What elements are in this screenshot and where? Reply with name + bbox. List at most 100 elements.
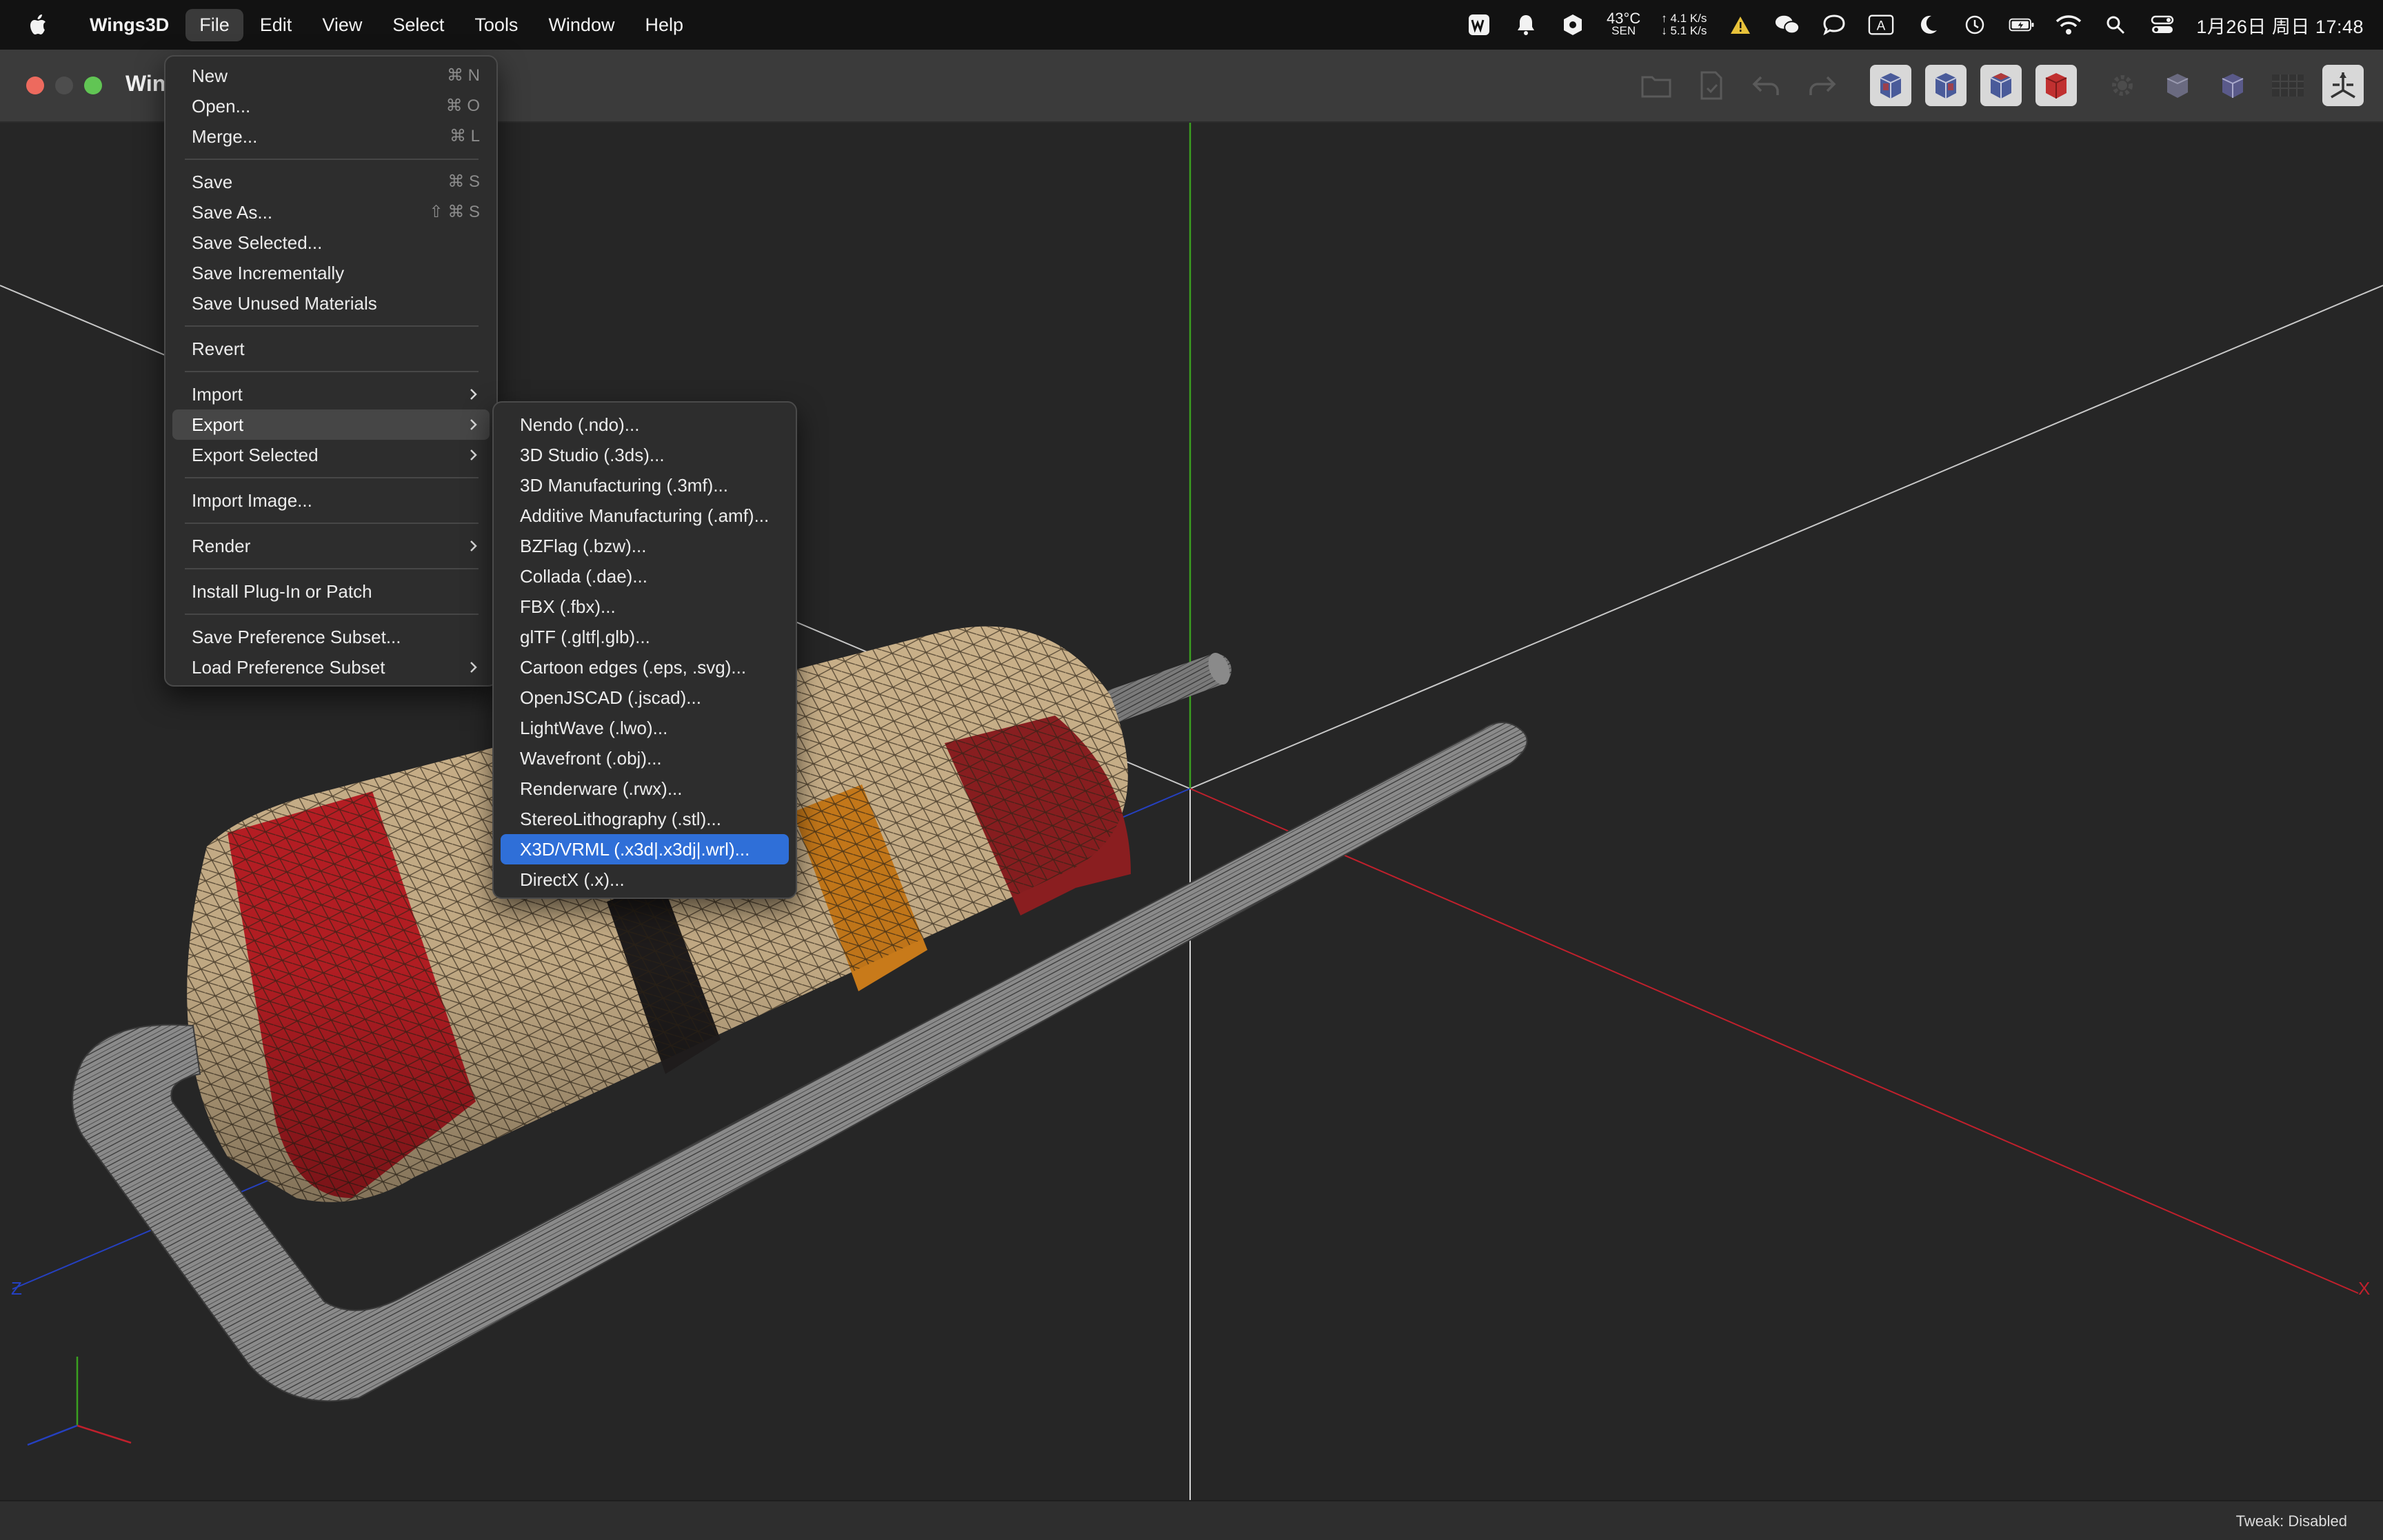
menu-item-label: New <box>192 65 228 86</box>
temp-readout[interactable]: 43°C SEN <box>1607 11 1640 37</box>
file-menu-item-save-preference-subset[interactable]: Save Preference Subset... <box>172 622 490 652</box>
file-menu-item-merge[interactable]: Merge... ⌘ L <box>172 121 490 152</box>
close-window-button[interactable] <box>26 77 44 94</box>
menu-item-label: Export Selected <box>192 445 319 465</box>
save-file-icon[interactable] <box>1691 65 1732 106</box>
axis-icon[interactable] <box>2322 65 2364 106</box>
wps-icon[interactable] <box>1466 12 1492 38</box>
file-menu-item-save-as[interactable]: Save As... ⇧ ⌘ S <box>172 197 490 227</box>
export-item-bzflag-bzw[interactable]: BZFlag (.bzw)... <box>501 531 789 561</box>
menu-file[interactable]: File <box>185 8 243 41</box>
warning-icon[interactable] <box>1727 12 1753 38</box>
menu-item-label: Merge... <box>192 126 258 147</box>
export-item-collada-dae[interactable]: Collada (.dae)... <box>501 561 789 591</box>
folder-open-icon[interactable] <box>1636 65 1677 106</box>
menu-item-label: Load Preference Subset <box>192 657 385 678</box>
smooth-cube-icon[interactable] <box>2157 65 2198 106</box>
zoom-window-button[interactable] <box>84 77 102 94</box>
file-menu-item-export[interactable]: Export <box>172 409 490 440</box>
tweak-status: Tweak: Disabled <box>2235 1512 2347 1530</box>
apple-logo-icon[interactable] <box>25 11 52 39</box>
wechat-icon[interactable] <box>1774 12 1800 38</box>
menu-item-shortcut: ⌘ L <box>449 127 480 145</box>
file-menu-item-revert[interactable]: Revert <box>172 334 490 364</box>
chat-bubble-icon[interactable] <box>1821 12 1847 38</box>
view-perspective-cube-icon[interactable] <box>1980 65 2022 106</box>
file-menu-item-new[interactable]: New ⌘ N <box>172 61 490 91</box>
redo-icon[interactable] <box>1801 65 1842 106</box>
menu-item-shortcut: ⌘ O <box>445 97 480 115</box>
file-menu-item-install-plug-in-or-patch[interactable]: Install Plug-In or Patch <box>172 576 490 607</box>
menu-item-label: Save Selected... <box>192 232 323 253</box>
menu-help[interactable]: Help <box>631 9 697 41</box>
export-item-lightwave-lwo[interactable]: LightWave (.lwo)... <box>501 713 789 743</box>
battery-icon[interactable] <box>2009 12 2035 38</box>
export-item-directx-x[interactable]: DirectX (.x)... <box>501 864 789 895</box>
wifi-icon[interactable] <box>2055 12 2082 38</box>
control-center-icon[interactable] <box>2149 12 2175 38</box>
file-menu-item-open[interactable]: Open... ⌘ O <box>172 91 490 121</box>
file-menu-item-load-preference-subset[interactable]: Load Preference Subset <box>172 652 490 682</box>
search-icon[interactable] <box>2102 12 2129 38</box>
menu-window[interactable]: Window <box>534 9 628 41</box>
menu-tools[interactable]: Tools <box>461 9 532 41</box>
export-item-gltf-gltf-glb[interactable]: glTF (.gltf|.glb)... <box>501 622 789 652</box>
x-axis-line <box>1189 788 2359 1294</box>
menu-separator <box>185 568 479 569</box>
minimize-window-button[interactable] <box>55 77 73 94</box>
export-item-3d-studio-3ds[interactable]: 3D Studio (.3ds)... <box>501 440 789 470</box>
menu-separator <box>185 614 479 615</box>
chevron-right-icon <box>470 389 477 400</box>
menu-item-shortcut: ⇧ ⌘ S <box>429 203 480 221</box>
file-menu-item-import[interactable]: Import <box>172 379 490 409</box>
file-menu-item-save-incrementally[interactable]: Save Incrementally <box>172 258 490 288</box>
export-item-nendo-ndo[interactable]: Nendo (.ndo)... <box>501 409 789 440</box>
menu-item-label: Save As... <box>192 202 273 223</box>
status-bar: Tweak: Disabled <box>0 1500 2383 1540</box>
hex-nut-icon[interactable] <box>1560 12 1586 38</box>
network-readout[interactable]: ↑ 4.1 K/s ↓ 5.1 K/s <box>1661 12 1707 37</box>
file-menu-item-export-selected[interactable]: Export Selected <box>172 440 490 470</box>
undo-icon[interactable] <box>1746 65 1787 106</box>
x-axis-label: X <box>2358 1278 2370 1299</box>
view-red-cube-icon[interactable] <box>2035 65 2077 106</box>
menu-item-label: Import <box>192 384 243 405</box>
file-menu-item-save-unused-materials[interactable]: Save Unused Materials <box>172 288 490 318</box>
wire-cube-icon[interactable] <box>2212 65 2253 106</box>
bell-icon[interactable] <box>1513 12 1539 38</box>
menu-separator <box>185 159 479 160</box>
file-menu-item-render[interactable]: Render <box>172 531 490 561</box>
menu-app-name[interactable]: Wings3D <box>76 9 183 41</box>
menu-item-shortcut: ⌘ S <box>448 172 480 191</box>
grid-icon[interactable] <box>2267 65 2309 106</box>
export-item-stereolithography-stl[interactable]: StereoLithography (.stl)... <box>501 804 789 834</box>
export-item-wavefront-obj[interactable]: Wavefront (.obj)... <box>501 743 789 773</box>
moon-icon[interactable] <box>1915 12 1941 38</box>
file-menu-item-import-image[interactable]: Import Image... <box>172 485 490 516</box>
export-item-cartoon-edges-eps-svg[interactable]: Cartoon edges (.eps, .svg)... <box>501 652 789 682</box>
view-side-cube-icon[interactable] <box>1925 65 1967 106</box>
export-item-fbx-fbx[interactable]: FBX (.fbx)... <box>501 591 789 622</box>
file-menu-item-save-selected[interactable]: Save Selected... <box>172 227 490 258</box>
view-front-cube-icon[interactable] <box>1870 65 1911 106</box>
menu-bar: Wings3D File Edit View Select Tools Wind… <box>0 0 2383 50</box>
clock[interactable]: 1月26日 周日 17:48 <box>2196 12 2364 39</box>
chevron-right-icon <box>470 419 477 430</box>
menu-view[interactable]: View <box>308 9 376 41</box>
input-source-icon[interactable]: A <box>1868 12 1894 38</box>
export-submenu: Nendo (.ndo)... 3D Studio (.3ds)... 3D Man… <box>492 401 797 899</box>
status-area: 43°C SEN ↑ 4.1 K/s ↓ 5.1 K/s A 1月26日 周日 … <box>1466 0 2364 50</box>
chevron-right-icon <box>470 662 477 673</box>
grid-line <box>1189 285 2383 789</box>
menu-select[interactable]: Select <box>379 9 458 41</box>
z-axis-label: Z <box>11 1278 22 1299</box>
menu-edit[interactable]: Edit <box>246 9 306 41</box>
time-machine-icon[interactable] <box>1962 12 1988 38</box>
settings-gear-icon[interactable] <box>2102 65 2143 106</box>
export-item-openjscad-jscad[interactable]: OpenJSCAD (.jscad)... <box>501 682 789 713</box>
export-item-renderware-rwx[interactable]: Renderware (.rwx)... <box>501 773 789 804</box>
file-menu-item-save[interactable]: Save ⌘ S <box>172 167 490 197</box>
export-item-3d-manufacturing-3mf[interactable]: 3D Manufacturing (.3mf)... <box>501 470 789 500</box>
export-item-x3d-vrml-x3d-x3dj-wrl[interactable]: X3D/VRML (.x3d|.x3dj|.wrl)... <box>501 834 789 864</box>
export-item-additive-manufacturing-amf[interactable]: Additive Manufacturing (.amf)... <box>501 500 789 531</box>
